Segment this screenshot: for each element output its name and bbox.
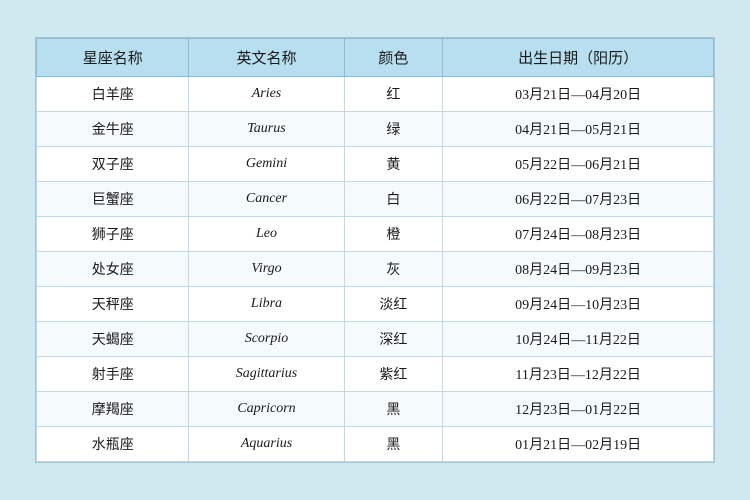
table-header-row: 星座名称 英文名称 颜色 出生日期（阳历）: [37, 39, 714, 77]
table-body: 白羊座Aries红03月21日—04月20日金牛座Taurus绿04月21日—0…: [37, 77, 714, 462]
table-row: 白羊座Aries红03月21日—04月20日: [37, 77, 714, 112]
header-dates: 出生日期（阳历）: [443, 39, 714, 77]
cell-chinese-name: 射手座: [37, 357, 189, 392]
cell-english-name: Libra: [189, 287, 344, 322]
table-row: 双子座Gemini黄05月22日—06月21日: [37, 147, 714, 182]
cell-chinese-name: 金牛座: [37, 112, 189, 147]
cell-chinese-name: 双子座: [37, 147, 189, 182]
cell-english-name: Sagittarius: [189, 357, 344, 392]
cell-chinese-name: 狮子座: [37, 217, 189, 252]
cell-color: 灰: [344, 252, 443, 287]
header-color: 颜色: [344, 39, 443, 77]
cell-dates: 12月23日—01月22日: [443, 392, 714, 427]
zodiac-table: 星座名称 英文名称 颜色 出生日期（阳历） 白羊座Aries红03月21日—04…: [36, 38, 714, 462]
cell-dates: 09月24日—10月23日: [443, 287, 714, 322]
table-row: 处女座Virgo灰08月24日—09月23日: [37, 252, 714, 287]
header-english-name: 英文名称: [189, 39, 344, 77]
table-row: 金牛座Taurus绿04月21日—05月21日: [37, 112, 714, 147]
cell-english-name: Gemini: [189, 147, 344, 182]
cell-chinese-name: 天秤座: [37, 287, 189, 322]
cell-chinese-name: 处女座: [37, 252, 189, 287]
cell-color: 深红: [344, 322, 443, 357]
cell-color: 白: [344, 182, 443, 217]
cell-color: 黄: [344, 147, 443, 182]
cell-color: 黑: [344, 427, 443, 462]
table-row: 天蝎座Scorpio深红10月24日—11月22日: [37, 322, 714, 357]
cell-dates: 06月22日—07月23日: [443, 182, 714, 217]
cell-english-name: Leo: [189, 217, 344, 252]
cell-english-name: Scorpio: [189, 322, 344, 357]
cell-color: 黑: [344, 392, 443, 427]
cell-color: 红: [344, 77, 443, 112]
cell-english-name: Aquarius: [189, 427, 344, 462]
cell-dates: 01月21日—02月19日: [443, 427, 714, 462]
cell-chinese-name: 白羊座: [37, 77, 189, 112]
header-chinese-name: 星座名称: [37, 39, 189, 77]
cell-english-name: Capricorn: [189, 392, 344, 427]
cell-english-name: Cancer: [189, 182, 344, 217]
cell-english-name: Taurus: [189, 112, 344, 147]
cell-color: 绿: [344, 112, 443, 147]
cell-dates: 07月24日—08月23日: [443, 217, 714, 252]
table-row: 狮子座Leo橙07月24日—08月23日: [37, 217, 714, 252]
cell-chinese-name: 水瓶座: [37, 427, 189, 462]
table-row: 巨蟹座Cancer白06月22日—07月23日: [37, 182, 714, 217]
zodiac-table-container: 星座名称 英文名称 颜色 出生日期（阳历） 白羊座Aries红03月21日—04…: [35, 37, 715, 463]
cell-color: 淡红: [344, 287, 443, 322]
cell-chinese-name: 摩羯座: [37, 392, 189, 427]
cell-english-name: Virgo: [189, 252, 344, 287]
cell-dates: 04月21日—05月21日: [443, 112, 714, 147]
cell-dates: 05月22日—06月21日: [443, 147, 714, 182]
cell-dates: 03月21日—04月20日: [443, 77, 714, 112]
cell-chinese-name: 天蝎座: [37, 322, 189, 357]
cell-dates: 11月23日—12月22日: [443, 357, 714, 392]
table-row: 水瓶座Aquarius黑01月21日—02月19日: [37, 427, 714, 462]
cell-color: 橙: [344, 217, 443, 252]
table-row: 摩羯座Capricorn黑12月23日—01月22日: [37, 392, 714, 427]
cell-dates: 08月24日—09月23日: [443, 252, 714, 287]
cell-chinese-name: 巨蟹座: [37, 182, 189, 217]
cell-english-name: Aries: [189, 77, 344, 112]
table-row: 射手座Sagittarius紫红11月23日—12月22日: [37, 357, 714, 392]
cell-dates: 10月24日—11月22日: [443, 322, 714, 357]
table-row: 天秤座Libra淡红09月24日—10月23日: [37, 287, 714, 322]
cell-color: 紫红: [344, 357, 443, 392]
